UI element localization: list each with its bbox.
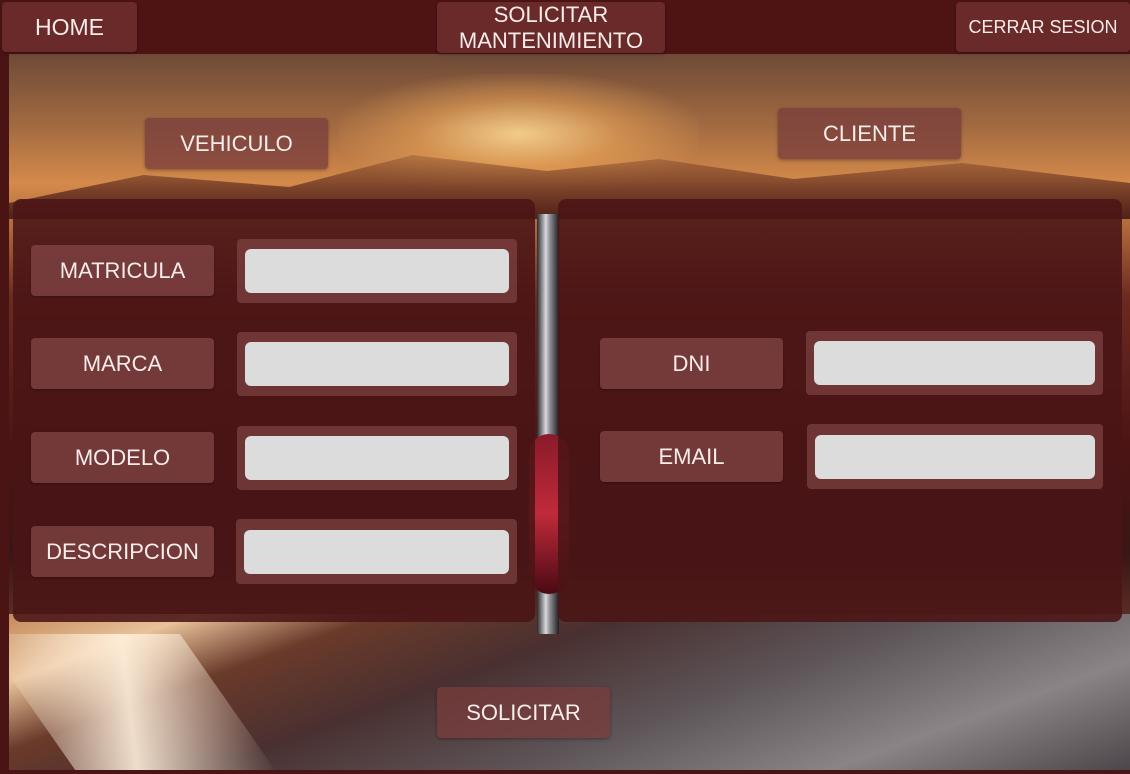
- submit-request-button[interactable]: SOLICITAR: [437, 687, 610, 738]
- descripcion-field-wrap: [236, 519, 517, 584]
- matricula-label: MATRICULA: [31, 245, 214, 296]
- dni-field-wrap: [806, 331, 1103, 395]
- modelo-input[interactable]: [245, 436, 509, 480]
- home-button[interactable]: HOME: [2, 2, 137, 52]
- marca-label: MARCA: [31, 338, 214, 389]
- vehicle-section-heading: VEHICULO: [145, 118, 328, 169]
- logout-button[interactable]: CERRAR SESION: [956, 2, 1130, 52]
- request-maintenance-button[interactable]: SOLICITAR MANTENIMIENTO: [437, 2, 665, 53]
- modelo-label: MODELO: [31, 432, 214, 483]
- email-field-wrap: [807, 424, 1103, 489]
- dni-input[interactable]: [814, 341, 1095, 385]
- dni-label: DNI: [600, 338, 783, 389]
- email-input[interactable]: [815, 434, 1095, 479]
- client-section-heading: CLIENTE: [778, 108, 961, 159]
- descripcion-input[interactable]: [244, 529, 509, 574]
- modelo-field-wrap: [237, 426, 517, 490]
- matricula-field-wrap: [237, 239, 517, 303]
- email-label: EMAIL: [600, 431, 783, 482]
- matricula-input[interactable]: [245, 249, 509, 293]
- client-panel: [558, 199, 1122, 622]
- marca-field-wrap: [237, 332, 517, 396]
- marca-input[interactable]: [245, 342, 509, 386]
- descripcion-label: DESCRIPCION: [31, 526, 214, 577]
